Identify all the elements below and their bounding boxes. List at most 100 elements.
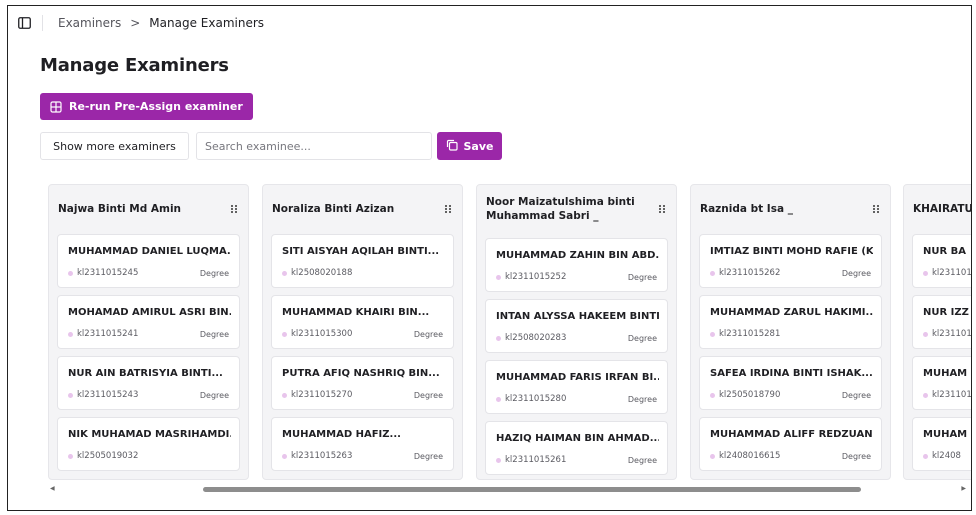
examinee-card[interactable]: NIK MUHAMAD MASRIHAMDI... kl2505019032	[57, 417, 240, 471]
examinee-name: MUHAMMAD ZARUL HAKIMI...	[710, 307, 873, 318]
examinee-card[interactable]: MUHAM kl231101	[912, 356, 971, 410]
program-type: Degree	[841, 390, 871, 400]
status-dot	[710, 453, 715, 459]
examinee-id: kl2311015243	[77, 390, 139, 400]
grip-dots-icon[interactable]	[442, 203, 454, 215]
grip-dots-icon[interactable]	[228, 203, 240, 215]
examinee-card[interactable]: MUHAMMAD ZARUL HAKIMI... kl2311015281	[699, 295, 882, 349]
grip-dots-icon[interactable]	[870, 203, 882, 215]
column-title: Noor Maizatulshima binti Muhammad Sabri …	[486, 196, 635, 222]
program-type: Degree	[199, 390, 229, 400]
program-type: Degree	[627, 394, 657, 404]
examiner-column: Noor Maizatulshima binti Muhammad Sabri …	[476, 184, 677, 480]
examinee-card[interactable]: HAZIQ HAIMAN BIN AHMAD... kl2311015261 De…	[485, 421, 668, 475]
examinee-card[interactable]: MOHAMAD AMIRUL ASRI BIN... kl2311015241 D…	[57, 295, 240, 349]
status-dot	[282, 331, 287, 337]
status-dot	[282, 270, 287, 276]
column-header: Raznida bt Isa _	[700, 185, 882, 233]
program-type: Degree	[199, 268, 229, 278]
program-type: Degree	[413, 451, 443, 461]
column-header: Najwa Binti Md Amin	[58, 185, 240, 233]
examinee-id: kl2311015281	[719, 329, 781, 339]
examinee-id: kl2311015300	[291, 329, 353, 339]
examinee-card[interactable]: MUHAMMAD KHAIRI BIN... kl2311015300 Degre…	[271, 295, 454, 349]
status-dot	[68, 392, 73, 398]
horizontal-scrollbar[interactable]: ◀ ▶	[48, 484, 968, 494]
status-dot	[710, 331, 715, 337]
examinee-name: INTAN ALYSSA HAKEEM BINTI...	[496, 311, 659, 322]
examinee-card[interactable]: MUHAMMAD ALIFF REDZUAN... kl2408016615 De…	[699, 417, 882, 471]
program-type: Degree	[841, 451, 871, 461]
breadcrumb-item-examiners[interactable]: Examiners	[58, 16, 121, 30]
column-title: Najwa Binti Md Amin	[58, 203, 182, 215]
examinee-card[interactable]: MUHAMMAD HAFIZ... kl2311015263 Degree	[271, 417, 454, 471]
search-examinee-input[interactable]	[196, 132, 432, 160]
status-dot	[923, 392, 928, 398]
examinee-name: NUR IZZ	[923, 307, 969, 318]
examinee-card[interactable]: MUHAMMAD ZAHIN BIN ABD... kl2311015252 De…	[485, 238, 668, 292]
examiner-column: Raznida bt Isa _ IMTIAZ BINTI MOHD RAFIE…	[690, 184, 891, 480]
examinee-name: SITI AISYAH AQILAH BINTI...	[282, 246, 440, 257]
status-dot	[923, 331, 928, 337]
examinee-id: kl2508020283	[505, 333, 567, 343]
scroll-left-icon[interactable]: ◀	[50, 485, 55, 492]
status-dot	[282, 392, 287, 398]
examiner-column: Noraliza Binti Azizan SITI AISYAH AQILAH…	[262, 184, 463, 480]
examinee-card[interactable]: NUR AIN BATRISYIA BINTI... kl2311015243 D…	[57, 356, 240, 410]
examinee-id: kl2505019032	[77, 451, 139, 461]
save-button[interactable]: Save	[437, 132, 502, 160]
rerun-pre-assign-button[interactable]: Re-run Pre-Assign examiner	[40, 93, 253, 120]
examiner-column: KHAIRATU NUR BA kl231101 NUR IZZ kl23110…	[903, 184, 972, 480]
examinee-id: kl2311015261	[505, 455, 567, 465]
column-title: KHAIRATU	[913, 203, 972, 215]
examinee-card[interactable]: NUR BA kl231101	[912, 234, 971, 288]
examinee-name: MUHAMMAD DANIEL LUQMA...	[68, 246, 231, 257]
refresh-grid-icon	[50, 100, 62, 113]
program-type: Degree	[413, 329, 443, 339]
examinee-name: NUR AIN BATRISYIA BINTI...	[68, 368, 223, 379]
status-dot	[923, 453, 928, 459]
examinee-name: MUHAM	[923, 429, 968, 440]
examinee-name: PUTRA AFIQ NASHRIQ BIN...	[282, 368, 440, 379]
page-title: Manage Examiners	[40, 55, 229, 76]
examinee-card[interactable]: SITI AISYAH AQILAH BINTI... kl2508020188	[271, 234, 454, 288]
program-type: Degree	[199, 329, 229, 339]
examinee-card[interactable]: MUHAMMAD FARIS IRFAN BI... kl2311015280 D…	[485, 360, 668, 414]
examinee-id: kl2311015241	[77, 329, 139, 339]
program-type: Degree	[413, 390, 443, 400]
examinee-name: HAZIQ HAIMAN BIN AHMAD...	[496, 433, 659, 444]
column-title: Raznida bt Isa _	[700, 203, 793, 215]
grip-dots-icon[interactable]	[656, 203, 668, 215]
examinee-id: kl2311015263	[291, 451, 353, 461]
app-frame: Examiners > Manage Examiners Manage Exam…	[7, 5, 972, 511]
show-more-examiners-button[interactable]: Show more examiners	[40, 132, 189, 160]
examinee-id: kl2311015245	[77, 268, 139, 278]
examinee-card[interactable]: INTAN ALYSSA HAKEEM BINTI... kl250802028…	[485, 299, 668, 353]
examinee-name: NUR BA	[923, 246, 967, 257]
column-title: Noraliza Binti Azizan	[272, 203, 395, 215]
examinee-name: IMTIAZ BINTI MOHD RAFIE (KL)	[710, 246, 873, 257]
copy-save-icon	[446, 139, 458, 154]
status-dot	[496, 396, 501, 402]
status-dot	[710, 270, 715, 276]
status-dot	[68, 270, 73, 276]
rerun-button-label: Re-run Pre-Assign examiner	[69, 100, 243, 113]
status-dot	[710, 392, 715, 398]
status-dot	[496, 335, 501, 341]
examinee-card[interactable]: PUTRA AFIQ NASHRIQ BIN... kl2311015270 De…	[271, 356, 454, 410]
examinee-card[interactable]: SAFEA IRDINA BINTI ISHAK... kl2505018790…	[699, 356, 882, 410]
examinee-name: MUHAMMAD FARIS IRFAN BI...	[496, 372, 659, 383]
examinee-card[interactable]: MUHAMMAD DANIEL LUQMA... kl2311015245 Deg…	[57, 234, 240, 288]
status-dot	[923, 270, 928, 276]
examinee-card[interactable]: IMTIAZ BINTI MOHD RAFIE (KL) kl231101526…	[699, 234, 882, 288]
scrollbar-thumb[interactable]	[203, 487, 861, 492]
program-type: Degree	[627, 455, 657, 465]
sidebar-panel-icon[interactable]	[16, 15, 32, 31]
scroll-right-icon[interactable]: ▶	[961, 485, 966, 492]
program-type: Degree	[627, 333, 657, 343]
column-header: Noraliza Binti Azizan	[272, 185, 454, 233]
examinee-id: kl231101	[932, 329, 972, 339]
examinee-card[interactable]: MUHAM kl2408	[912, 417, 971, 471]
examinee-card[interactable]: NUR IZZ kl231101	[912, 295, 972, 349]
examinee-id: kl2408016615	[719, 451, 781, 461]
